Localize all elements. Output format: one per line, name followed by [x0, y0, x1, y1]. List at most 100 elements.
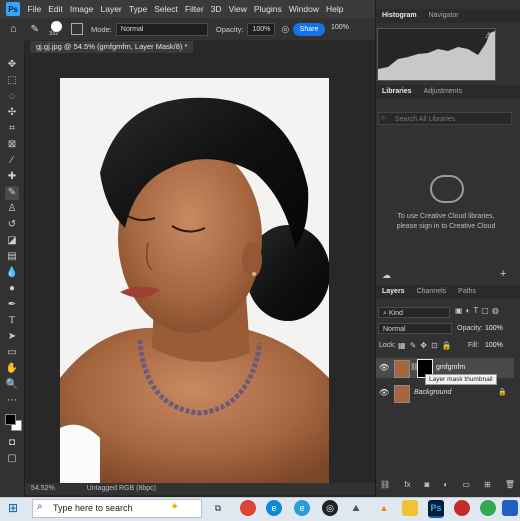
menu-help[interactable]: Help [326, 4, 343, 14]
pen-tool-icon[interactable]: ✒ [5, 298, 19, 312]
clone-stamp-tool-icon[interactable]: ♙ [5, 202, 19, 216]
move-tool-icon[interactable]: ✥ [5, 58, 19, 72]
history-brush-tool-icon[interactable]: ↺ [5, 218, 19, 232]
menu-file[interactable]: File [28, 4, 42, 14]
layer-opacity-input[interactable]: 100% [485, 325, 503, 332]
layer-name[interactable]: Background [414, 389, 451, 396]
dark-app-icon[interactable]: ◎ [322, 500, 338, 516]
task-view-icon[interactable]: ⧉ [210, 500, 226, 516]
red-app-icon[interactable] [454, 500, 470, 516]
layer-filter-select[interactable]: ⌕ Kind [378, 307, 450, 318]
filter-smart-icon[interactable]: ◍ [492, 306, 502, 315]
cloud-sync-icon[interactable]: ☁ [382, 270, 391, 281]
layer-row-background[interactable]: 👁 Background 🔒 [376, 383, 514, 403]
home-icon[interactable]: ⌂ [10, 23, 17, 35]
layer-thumbnail[interactable] [394, 360, 410, 378]
eyedropper-tool-icon[interactable]: ⁄ [5, 154, 19, 168]
rectangle-tool-icon[interactable]: ▭ [5, 346, 19, 360]
lock-artboard-icon[interactable]: ⊡ [431, 341, 442, 350]
menu-image[interactable]: Image [70, 4, 94, 14]
menu-layer[interactable]: Layer [100, 4, 121, 14]
visibility-eye-icon[interactable]: 👁 [379, 388, 389, 397]
lock-all-icon[interactable]: 🔒 [442, 341, 456, 350]
menu-select[interactable]: Select [154, 4, 178, 14]
layer-thumbnail[interactable] [394, 385, 410, 403]
menu-type[interactable]: Type [129, 4, 147, 14]
lasso-tool-icon[interactable]: ◌ [5, 90, 19, 104]
visibility-eye-icon[interactable]: 👁 [379, 363, 389, 372]
document-tab[interactable]: gj.gj.jpg @ 54.5% (gmfgmfm, Layer Mask/8… [30, 41, 194, 53]
add-mask-icon[interactable]: ◙ [425, 480, 430, 489]
blend-mode-select[interactable]: Normal [378, 323, 452, 334]
delete-layer-icon[interactable]: 🗑 [505, 480, 515, 489]
mode-select[interactable]: Normal [115, 22, 208, 36]
brush-preset-picker[interactable]: 392 [49, 21, 65, 37]
tab-adjustments[interactable]: Adjustments [418, 85, 469, 99]
more-tools-icon[interactable]: ⋯ [5, 394, 19, 408]
opacity-input[interactable]: 100% [247, 22, 276, 36]
foreground-color-swatch[interactable] [5, 414, 16, 425]
cones-app-icon[interactable]: ⛰ [348, 500, 364, 516]
vlc-icon[interactable]: ▲ [376, 500, 392, 516]
windows-start-icon[interactable]: ⊞ [8, 501, 18, 515]
photoshop-logo[interactable]: Ps [6, 2, 20, 16]
histogram-warning-icon[interactable]: ⚠ [485, 31, 492, 40]
blue-app-icon[interactable] [502, 500, 518, 516]
frame-tool-icon[interactable]: ⊠ [5, 138, 19, 152]
pressure-opacity-icon[interactable]: ◎ [281, 24, 289, 35]
group-icon[interactable]: ▭ [462, 480, 470, 489]
filter-shape-icon[interactable]: ▢ [481, 306, 492, 315]
gradient-tool-icon[interactable]: ▤ [5, 250, 19, 264]
edge-icon[interactable]: e [266, 500, 282, 516]
zoom-tool-icon[interactable]: 🔍 [5, 378, 19, 392]
crop-tool-icon[interactable]: ⌗ [5, 122, 19, 136]
brush-tool-icon[interactable]: ✎ [5, 186, 19, 200]
share-button[interactable]: Share [293, 23, 325, 36]
tab-paths[interactable]: Paths [452, 285, 482, 299]
hand-tool-icon[interactable]: ✋ [5, 362, 19, 376]
filter-pixel-icon[interactable]: ▣ [455, 306, 466, 315]
dodge-tool-icon[interactable]: ● [5, 282, 19, 296]
chrome-icon[interactable] [240, 500, 256, 516]
screen-mode-icon[interactable]: ▢ [5, 452, 19, 466]
menu-3d[interactable]: 3D [211, 4, 222, 14]
quick-select-tool-icon[interactable]: ✣ [5, 106, 19, 120]
tab-navigator[interactable]: Navigator [423, 9, 465, 23]
layer-name[interactable]: gmfgmfm [436, 364, 465, 371]
tab-channels[interactable]: Channels [411, 285, 453, 299]
healing-brush-tool-icon[interactable]: ✚ [5, 170, 19, 184]
library-search-input[interactable]: Search All Libraries [378, 112, 512, 125]
edge-2-icon[interactable]: e [294, 500, 310, 516]
menu-view[interactable]: View [229, 4, 247, 14]
menu-plugins[interactable]: Plugins [254, 4, 282, 14]
type-tool-icon[interactable]: T [5, 314, 19, 328]
brush-tool-icon[interactable]: ✎ [31, 24, 39, 35]
flow-input[interactable]: 100% [331, 24, 349, 31]
menu-edit[interactable]: Edit [48, 4, 63, 14]
quick-mask-icon[interactable]: ◘ [5, 436, 19, 450]
zoom-level[interactable]: 54.52% [31, 485, 55, 492]
document-info[interactable]: Untagged RGB (8bpc) [87, 485, 156, 492]
fill-input[interactable]: 100% [485, 342, 503, 349]
lock-image-icon[interactable]: ✎ [410, 341, 421, 350]
portrait-photo[interactable] [60, 78, 329, 483]
file-explorer-icon[interactable] [402, 500, 418, 516]
add-library-icon[interactable]: + [500, 268, 506, 280]
adjustment-layer-icon[interactable]: ◐ [443, 480, 448, 489]
blur-tool-icon[interactable]: 💧 [5, 266, 19, 280]
new-layer-icon[interactable]: ⊞ [484, 480, 491, 489]
path-selection-tool-icon[interactable]: ➤ [5, 330, 19, 344]
tab-histogram[interactable]: Histogram [376, 9, 423, 23]
tab-libraries[interactable]: Libraries [376, 85, 418, 99]
lock-transparent-icon[interactable]: ▦ [398, 341, 410, 350]
photoshop-taskbar-icon[interactable]: Ps [428, 500, 444, 518]
eraser-tool-icon[interactable]: ◪ [5, 234, 19, 248]
menu-window[interactable]: Window [289, 4, 319, 14]
link-layers-icon[interactable]: ⛓ [380, 480, 390, 489]
menu-filter[interactable]: Filter [185, 4, 204, 14]
chrome-2-icon[interactable] [480, 500, 496, 516]
search-highlight-icon[interactable]: ✦ [170, 500, 179, 513]
foreground-background-colors[interactable] [5, 414, 22, 431]
marquee-tool-icon[interactable]: ⬚ [5, 74, 19, 88]
lock-position-icon[interactable]: ✥ [420, 341, 431, 350]
